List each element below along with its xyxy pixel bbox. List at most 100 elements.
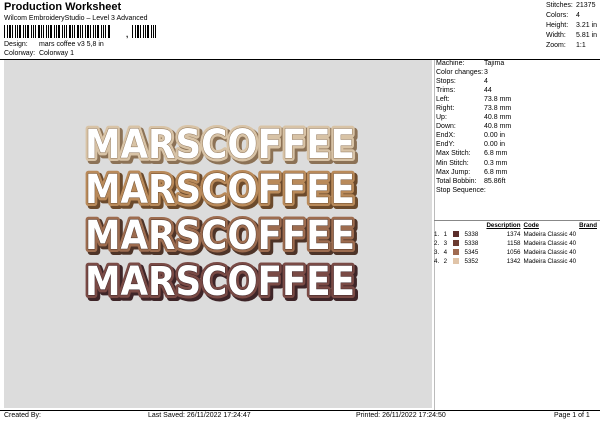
col-color	[453, 221, 464, 230]
info-left: Left: 73.8 mm	[436, 96, 512, 104]
info-up: Up: 40.8 mm	[436, 114, 512, 122]
barcode-bar	[33, 25, 34, 38]
info-color-changes: Color changes:3	[436, 69, 488, 77]
col-description: Description	[486, 222, 521, 229]
color-swatch	[453, 258, 460, 265]
seq-index: 3.	[434, 249, 440, 256]
info-stop-sequence-label: Stop Sequence:	[436, 186, 486, 194]
page-title: Production Worksheet	[4, 1, 122, 13]
barcode-bar	[108, 25, 110, 38]
barcode-bar	[54, 25, 55, 38]
design-value: mars coffee v3 5,8 in	[38, 41, 104, 48]
barcode-bar	[77, 25, 79, 38]
design-stats: Stitches: 21375 Colors: 4 Height: 3.21 in W…	[546, 1, 597, 51]
stat-colors: Colors: 4	[546, 12, 580, 19]
colorway-value: Colorway 1	[38, 50, 74, 57]
barcode-bar	[103, 25, 104, 38]
info-stops: Stops: 4	[436, 78, 488, 86]
last-saved: Last Saved: 26/11/2022 17:24:47	[148, 412, 251, 419]
seq-code-left: 5338	[464, 231, 479, 238]
col-stop	[444, 221, 453, 230]
barcode-bar	[143, 25, 144, 38]
sequence-row: 4. 2 5352 1342 Madeira Classic 40	[434, 257, 600, 266]
barcode-bar	[72, 25, 73, 38]
barcode-secondary	[132, 25, 163, 38]
barcode-bar	[56, 25, 57, 38]
seq-swatch	[453, 239, 464, 248]
col-code-left	[465, 221, 485, 230]
seq-stitches: 1342	[506, 258, 521, 265]
seq-stop: 3	[443, 240, 448, 247]
seq-code-left: 5345	[464, 249, 479, 256]
sequence-header-row: Description Code Brand	[434, 221, 600, 230]
info-total-bobbin: Total Bobbin: 85.86ft	[436, 177, 506, 185]
info-max-jump: Max Jump: 6.8 mm	[436, 168, 508, 176]
seq-stitches: 1158	[507, 240, 521, 247]
seq-brand: Madeira Classic 40	[523, 231, 577, 238]
barcode-bar	[62, 25, 63, 38]
software-name: Wilcom EmbroideryStudio – Level 3 Advanc…	[4, 15, 148, 22]
stat-zoom: Zoom: 1:1	[546, 42, 586, 49]
barcode-bar	[27, 25, 29, 38]
seq-index: 1.	[434, 231, 440, 238]
barcode-bar	[66, 25, 67, 38]
seq-code-left: 5338	[464, 240, 479, 247]
seq-brand: Madeira Classic 40	[523, 249, 577, 256]
printed-date: Printed: 26/11/2022 17:24:50	[356, 412, 446, 419]
barcode-bar	[12, 25, 13, 38]
stat-height: Height: 3.21 in	[546, 22, 598, 29]
seq-code-left: 5352	[464, 258, 479, 265]
barcode-bar	[101, 25, 102, 38]
barcode-bar	[93, 25, 94, 38]
seq-brand: Madeira Classic 40	[523, 240, 577, 247]
color-swatch	[453, 249, 460, 256]
stat-stitches: Stitches: 21375	[546, 2, 596, 9]
stat-width: Width: 5.81 in	[546, 32, 598, 39]
barcode-bar	[132, 25, 133, 38]
stop-sequence-table: Description Code Brand 1. 1 5338 1374 Madeir…	[434, 221, 600, 266]
seq-brand: Madeira Classic 40	[523, 258, 577, 265]
barcode-bar	[105, 25, 106, 38]
colorway-label: Colorway:	[4, 50, 36, 57]
barcode-bar	[41, 25, 42, 38]
barcode-bar	[9, 25, 11, 38]
barcode-bar	[50, 25, 52, 38]
barcode	[4, 25, 126, 38]
barcode-bar	[74, 25, 75, 38]
barcode-bar	[19, 25, 21, 38]
barcode-bar	[15, 25, 16, 38]
color-swatch	[453, 231, 460, 238]
info-down: Down: 40.8 mm	[436, 123, 512, 131]
seq-stitches: 1374	[506, 231, 521, 238]
barcode-bar	[85, 25, 86, 38]
barcode-bar	[145, 25, 146, 38]
barcode-bar	[137, 25, 139, 38]
color-swatch	[453, 240, 460, 247]
barcode-bar	[87, 25, 89, 38]
barcode-bar	[46, 25, 47, 38]
sequence-row: 1. 1 5338 1374 Madeira Classic 40	[434, 230, 600, 239]
barcode-bar	[90, 25, 91, 38]
info-max-stitch: Max Stitch: 6.8 mm	[436, 150, 508, 158]
info-right: Right: 73.8 mm	[436, 105, 512, 113]
sequence-row: 3. 4 5345 1056 Madeira Classic 40	[434, 248, 600, 257]
col-index	[434, 221, 444, 230]
barcode-bar	[151, 25, 152, 38]
seq-stop: 2	[443, 258, 448, 265]
col-code: Code	[523, 222, 539, 229]
created-by: Created By:	[4, 412, 41, 419]
barcode-bar	[155, 25, 156, 38]
barcode-bar	[35, 25, 36, 38]
barcode-bar	[4, 25, 5, 38]
text-fill: MARSCOFFEE	[85, 213, 355, 259]
barcode-suffix: ,	[126, 30, 129, 39]
barcode-bar	[48, 25, 49, 38]
page-number: Page 1 of 1	[554, 412, 590, 419]
barcode-bar	[23, 25, 24, 38]
barcode-bar	[82, 25, 83, 38]
seq-stop: 1	[443, 231, 448, 238]
seq-index: 2.	[434, 240, 440, 247]
seq-swatch	[453, 230, 464, 239]
info-endx: EndX: 0.00 in	[436, 132, 506, 140]
barcode-bar	[43, 25, 44, 38]
